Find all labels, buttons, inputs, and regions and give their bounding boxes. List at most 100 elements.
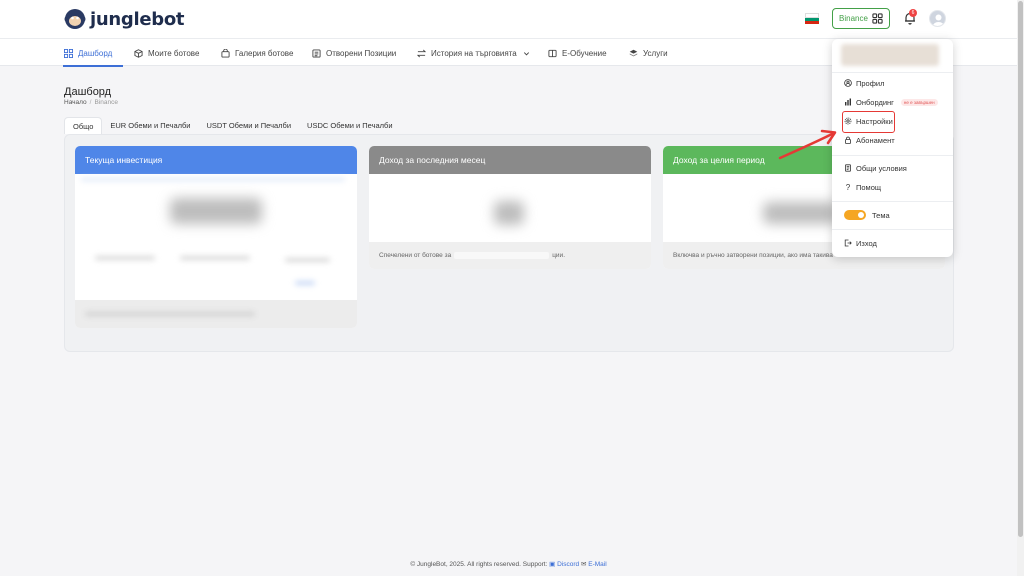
nav-item-open-positions[interactable]: Отворени Позиции xyxy=(312,39,396,67)
discord-link[interactable]: Discord xyxy=(557,561,579,568)
theme-toggle[interactable] xyxy=(844,210,866,220)
divider xyxy=(832,229,953,230)
divider xyxy=(832,201,953,202)
nav-item-dashboard[interactable]: Дашборд xyxy=(64,39,112,67)
redacted-content xyxy=(285,258,330,262)
nav-item-bot-gallery[interactable]: Галерия ботове xyxy=(221,39,293,67)
avatar[interactable] xyxy=(929,10,946,27)
menu-item-label: Онбординг xyxy=(856,97,894,107)
bulgarian-flag-icon[interactable] xyxy=(805,13,819,24)
nav-label: Моите ботове xyxy=(148,48,200,58)
brand-name: junglebot xyxy=(90,8,185,30)
menu-item-label: Абонамент xyxy=(856,135,895,145)
redacted-user-info xyxy=(841,44,939,66)
tab-usdc[interactable]: USDC Обеми и Печалби xyxy=(299,117,401,134)
divider xyxy=(832,72,953,73)
redacted-content xyxy=(454,252,550,259)
card-title: Доход за последния месец xyxy=(369,146,651,174)
onboarding-status-badge: не е завършен xyxy=(900,98,938,106)
scrollbar-thumb[interactable] xyxy=(1018,1,1023,537)
book-icon xyxy=(548,49,557,57)
user-menu-dropdown: Профил Онбординг не е завършен Настройки… xyxy=(832,39,953,257)
nav-label: Е-Обучение xyxy=(562,48,607,58)
menu-item-logout[interactable]: Изход xyxy=(844,237,877,249)
page-footer: © JungleBot, 2025. All rights reserved. … xyxy=(0,560,1017,574)
redacted-value xyxy=(763,202,838,224)
nav-label: Галерия ботове xyxy=(235,48,294,58)
user-circle-icon xyxy=(844,79,852,87)
menu-item-profile[interactable]: Профил xyxy=(844,77,884,89)
nav-item-my-bots[interactable]: Моите ботове xyxy=(134,39,199,67)
grid-icon xyxy=(64,48,73,58)
nav-label: Отворени Позиции xyxy=(326,48,397,58)
question-icon: ? xyxy=(845,182,851,192)
settings-highlight-annotation xyxy=(842,111,895,133)
menu-item-onboarding[interactable]: Онбординг не е завършен xyxy=(844,96,938,108)
list-icon xyxy=(312,48,321,58)
discord-icon: ▣ xyxy=(549,561,556,568)
nav-item-e-learning[interactable]: Е-Обучение xyxy=(548,39,607,67)
breadcrumb-separator: / xyxy=(89,99,92,106)
pointer-arrow-annotation xyxy=(778,129,837,160)
brand-logo[interactable]: junglebot xyxy=(64,8,185,30)
email-icon: ✉ xyxy=(581,561,587,568)
redacted-content xyxy=(180,256,250,260)
breadcrumb: Начало / Binance xyxy=(64,99,118,106)
breadcrumb-home[interactable]: Начало xyxy=(64,99,87,106)
menu-item-help[interactable]: ? Помощ xyxy=(844,181,881,193)
chart-bar-icon xyxy=(845,98,851,106)
swap-icon xyxy=(417,49,426,57)
menu-item-subscription[interactable]: Абонамент xyxy=(844,134,895,146)
email-link[interactable]: E-Mail xyxy=(588,561,606,568)
card-last-month-income: Доход за последния месец Спечелени от бо… xyxy=(369,146,651,269)
nav-item-trade-history[interactable]: История на търговията xyxy=(417,39,531,67)
exchange-label: Binance xyxy=(839,14,868,23)
menu-item-label: Профил xyxy=(856,78,885,88)
notification-badge: 6 xyxy=(909,9,917,17)
redacted-value xyxy=(170,198,262,224)
bag-icon xyxy=(221,48,230,58)
layers-icon xyxy=(629,49,638,56)
cube-icon xyxy=(134,48,143,58)
exchange-selector-button[interactable]: Binance xyxy=(832,8,890,29)
card-title: Текуща инвестиция xyxy=(75,146,357,174)
menu-item-label: Помощ xyxy=(856,182,882,192)
card-footer: Спечелени от ботове за ции. xyxy=(369,242,651,269)
card-footer xyxy=(75,300,357,328)
card-footer-text: ции. xyxy=(552,252,565,259)
card-footer-text: Спечелени от ботове за xyxy=(379,252,452,259)
redacted-content xyxy=(85,312,255,316)
menu-item-terms[interactable]: Общи условия xyxy=(844,162,907,174)
menu-item-label: Общи условия xyxy=(856,163,907,173)
logout-icon xyxy=(844,239,852,247)
user-icon xyxy=(933,14,944,26)
redacted-value xyxy=(494,201,524,225)
redacted-content xyxy=(295,281,315,285)
tab-eur[interactable]: EUR Обеми и Печалби xyxy=(102,117,198,134)
nav-label: Услуги xyxy=(643,48,668,58)
chevron-down-icon xyxy=(523,51,529,55)
card-footer-text: Включва и ръчно затворени позиции, ако и… xyxy=(673,252,833,259)
tab-general[interactable]: Общо xyxy=(64,117,103,134)
redacted-content xyxy=(95,256,155,260)
top-bar: junglebot Binance 6 xyxy=(0,0,1017,38)
tab-usdt[interactable]: USDT Обеми и Печалби xyxy=(198,117,299,134)
footer-copyright: © JungleBot, 2025. All rights reserved. … xyxy=(410,561,548,568)
redacted-content xyxy=(81,178,345,181)
nav-label: Дашборд xyxy=(78,48,113,58)
active-nav-indicator xyxy=(63,65,123,67)
nav-item-services[interactable]: Услуги xyxy=(629,39,668,67)
dashboard-tabs: Общо EUR Обеми и Печалби USDT Обеми и Пе… xyxy=(64,117,401,134)
grid-icon xyxy=(872,13,883,24)
document-icon xyxy=(845,164,851,172)
monkey-logo-icon xyxy=(64,9,86,29)
menu-item-theme[interactable]: Тема xyxy=(844,209,890,221)
card-current-investment: Текуща инвестиция xyxy=(75,146,357,328)
menu-item-label: Тема xyxy=(872,210,890,220)
breadcrumb-current: Binance xyxy=(94,99,118,106)
nav-label: История на търговията xyxy=(431,48,517,58)
lock-icon xyxy=(845,136,851,144)
divider xyxy=(832,155,953,156)
page-title: Дашборд xyxy=(64,86,112,98)
menu-item-label: Изход xyxy=(856,238,877,248)
